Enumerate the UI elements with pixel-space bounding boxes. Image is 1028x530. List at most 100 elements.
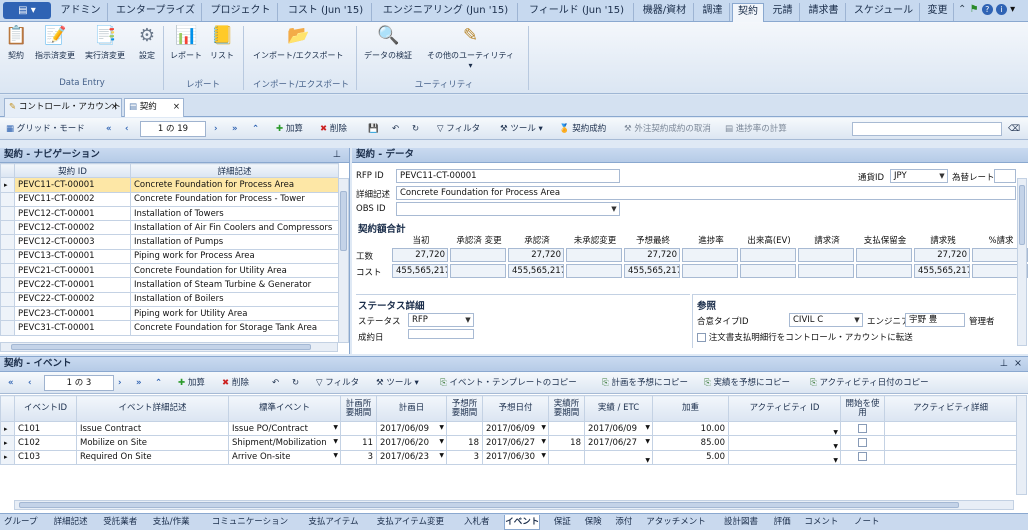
event-adate-cell[interactable]: 2017/06/27 ▼ <box>584 435 653 451</box>
table-row[interactable]: PEVC22-CT-00001 Installation of Steam Tu… <box>0 277 339 293</box>
row-indicator[interactable]: ▸ <box>0 420 15 437</box>
info-icon[interactable]: i <box>995 4 1007 15</box>
add-button[interactable]: ✚ 加算 <box>178 375 205 391</box>
tab-cost[interactable]: コスト (Jun '15) <box>280 3 372 21</box>
collapse-up-icon[interactable]: ⌃ <box>155 375 162 391</box>
copy-plan-button[interactable]: ⎘ 計画を予想にコピー <box>602 375 688 391</box>
bottom-tab[interactable]: 添付 <box>615 515 632 530</box>
bottom-tab[interactable]: アタッチメント <box>646 515 706 530</box>
table-row[interactable]: PEVC12-CT-00002 Installation of Air Fin … <box>0 220 339 236</box>
save-button[interactable]: 💾 <box>368 121 379 137</box>
help-icon[interactable]: ? <box>981 4 993 15</box>
description-cell[interactable]: Concrete Foundation for Process Area <box>130 177 339 193</box>
event-adate-cell[interactable]: ▼ <box>584 449 653 465</box>
next-page-button[interactable]: › <box>214 121 218 137</box>
data-validation-button[interactable]: 🔍 データの検証 <box>364 25 412 61</box>
refresh-button[interactable]: ↻ <box>292 375 299 391</box>
close-icon[interactable]: × <box>1014 357 1022 371</box>
bottom-tab[interactable]: コミュニケーション <box>212 515 288 530</box>
use-start-checkbox[interactable] <box>858 437 867 447</box>
bottom-tab[interactable]: 保証 <box>554 515 571 530</box>
activity-detail-cell[interactable] <box>884 449 1017 465</box>
events-column-header[interactable]: 予想所要期間 <box>446 395 483 422</box>
last-page-button[interactable]: » <box>136 375 142 391</box>
use-start-checkbox[interactable] <box>858 423 867 433</box>
event-std-cell[interactable]: Shipment/Mobilization ▼ <box>228 435 341 451</box>
filter-button[interactable]: ▽ フィルタ <box>437 121 480 137</box>
import-export-button[interactable]: 📂 インポート/エクスポート <box>253 25 343 61</box>
event-fdate-cell[interactable]: 2017/06/27 ▼ <box>482 435 549 451</box>
contract-id-cell[interactable]: PEVC12-CT-00003 <box>14 234 131 250</box>
events-column-header[interactable]: イベントID <box>14 395 77 422</box>
cancel-award-button[interactable]: ⚒ 外注契約成約の取消 <box>624 121 711 137</box>
contract-ribbon-button[interactable]: 📋 契約 <box>5 25 27 61</box>
events-vertical-scrollbar[interactable] <box>1016 395 1027 495</box>
directed-change-button[interactable]: 📝 指示済変更 <box>35 25 75 61</box>
use-start-cell[interactable] <box>840 435 885 451</box>
event-fdate-cell[interactable]: 2017/06/30 ▼ <box>482 449 549 465</box>
table-row[interactable]: ▸ C101 Issue Contract Issue PO/Contract ▼ 201… <box>0 420 1017 437</box>
events-column-header[interactable]: 計画所要期間 <box>340 395 377 422</box>
tab-admin[interactable]: アドミン <box>54 3 108 21</box>
event-weight-cell[interactable]: 85.00 <box>652 435 729 451</box>
use-start-checkbox[interactable] <box>858 452 867 462</box>
bottom-tab[interactable]: 支払アイテム <box>308 515 358 530</box>
event-desc-cell[interactable]: Mobilize on Site <box>76 435 229 451</box>
scroll-thumb[interactable] <box>19 502 959 508</box>
events-column-header[interactable]: 計画日 <box>376 395 447 422</box>
tab-equipment[interactable]: 機器/資材 <box>636 3 694 21</box>
table-row[interactable]: PEVC11-CT-00002 Concrete Foundation for … <box>0 191 339 207</box>
use-start-cell[interactable] <box>840 420 885 437</box>
events-column-header[interactable]: 加重 <box>652 395 729 422</box>
description-cell[interactable]: Piping work for Process Area <box>130 248 339 265</box>
row-indicator[interactable]: ▸ <box>0 435 15 451</box>
tab-engineering[interactable]: エンジニアリング (Jun '15) <box>374 3 518 21</box>
event-fdur-cell[interactable]: 3 <box>446 449 483 465</box>
events-column-header[interactable]: 開始を使用 <box>840 395 885 422</box>
tab-invoice[interactable]: 請求書 <box>802 3 846 21</box>
pin-icon[interactable]: ⊥ <box>333 148 341 162</box>
event-adur-cell[interactable] <box>548 420 585 437</box>
search-input[interactable] <box>852 122 1002 136</box>
utilities-button[interactable]: ✎ その他のユーティリティ ▾ <box>427 25 514 70</box>
bottom-tab[interactable]: 詳細記述 <box>54 515 88 530</box>
copy-activity-dates-button[interactable]: ⎘ アクティビティ日付のコピー <box>810 375 929 391</box>
bottom-tab[interactable]: コメント <box>804 515 838 530</box>
activity-id-cell[interactable]: ▼ <box>728 449 841 465</box>
table-row[interactable]: ▸ C102 Mobilize on Site Shipment/Mobilizati… <box>0 435 1017 451</box>
description-field[interactable]: Concrete Foundation for Process Area <box>396 186 1016 200</box>
row-indicator[interactable] <box>0 277 15 293</box>
first-page-button[interactable]: « <box>106 121 112 137</box>
table-row[interactable]: ▸ C103 Required On Site Arrive On-site ▼ 3 201… <box>0 449 1017 465</box>
event-adate-cell[interactable]: 2017/06/09 ▼ <box>584 420 653 437</box>
rfp-id-field[interactable]: PEVC11-CT-00001 <box>396 169 620 183</box>
app-menu-button[interactable]: ▤ ▾ <box>3 2 51 19</box>
prev-page-button[interactable]: ‹ <box>125 121 129 137</box>
events-column-header[interactable]: 実績所要期間 <box>548 395 585 422</box>
bottom-tab[interactable]: 保険 <box>585 515 602 530</box>
data-vertical-scrollbar[interactable] <box>1017 178 1027 346</box>
description-cell[interactable]: Installation of Towers <box>130 205 339 222</box>
table-row[interactable]: PEVC23-CT-00001 Piping work for Utility … <box>0 305 339 322</box>
tab-enterprise[interactable]: エンタープライズ <box>110 3 202 21</box>
events-column-header[interactable]: 予想日付 <box>482 395 549 422</box>
table-row[interactable]: PEVC22-CT-00002 Installation of Boilers <box>0 291 339 307</box>
row-indicator[interactable] <box>0 220 15 236</box>
event-fdur-cell[interactable]: 18 <box>446 435 483 451</box>
activity-detail-cell[interactable] <box>884 420 1017 437</box>
table-row[interactable]: PEVC31-CT-00001 Concrete Foundation for … <box>0 320 339 336</box>
close-icon[interactable]: × <box>111 99 118 116</box>
first-page-button[interactable]: « <box>8 375 14 391</box>
bottom-tab[interactable]: 入札者 <box>464 515 490 530</box>
row-indicator[interactable] <box>0 291 15 307</box>
event-id-cell[interactable]: C103 <box>14 449 77 465</box>
event-pdate-cell[interactable]: 2017/06/20 ▼ <box>376 435 447 451</box>
undo-button[interactable]: ↶ <box>392 121 399 137</box>
add-button[interactable]: ✚ 加算 <box>276 121 303 137</box>
bottom-tab[interactable]: イベント <box>504 515 541 530</box>
bottom-tab[interactable]: 設計図書 <box>724 515 758 530</box>
tab-procurement[interactable]: 調達 <box>696 3 730 21</box>
use-start-cell[interactable] <box>840 449 885 465</box>
description-cell[interactable]: Installation of Boilers <box>130 291 339 307</box>
tab-prime-contract[interactable]: 元請 <box>766 3 800 21</box>
